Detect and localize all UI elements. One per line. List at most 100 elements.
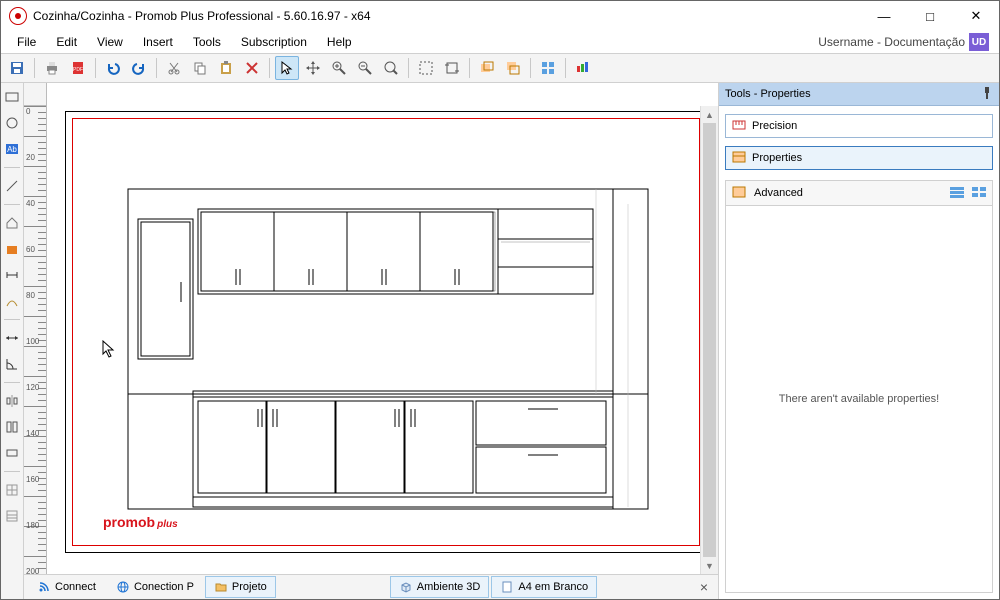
tab-label: Connect (55, 581, 96, 593)
zoom-in-icon[interactable] (327, 56, 351, 80)
tool-puzzle-icon[interactable] (2, 239, 22, 259)
globe-icon (116, 580, 130, 594)
layer-icon[interactable] (475, 56, 499, 80)
delete-icon[interactable] (240, 56, 264, 80)
zoom-out-icon[interactable] (353, 56, 377, 80)
window-title: Cozinha/Cozinha - Promob Plus Profession… (33, 9, 371, 23)
left-toolbar: Ab (1, 83, 24, 599)
tab-conection[interactable]: Conection P (107, 576, 203, 598)
select-rect-icon[interactable] (414, 56, 438, 80)
precision-icon (732, 119, 746, 134)
paste-icon[interactable] (214, 56, 238, 80)
advanced-label: Advanced (754, 187, 803, 199)
section-precision[interactable]: Precision (725, 114, 993, 138)
cube-icon (399, 580, 413, 594)
folder-icon (214, 580, 228, 594)
username-label: Username - Documentação (818, 35, 965, 49)
maximize-button[interactable]: □ (907, 1, 953, 31)
zoom-fit-icon[interactable] (379, 56, 403, 80)
cut-icon[interactable] (162, 56, 186, 80)
menu-help[interactable]: Help (317, 33, 362, 51)
save-icon[interactable] (5, 56, 29, 80)
menu-subscription[interactable]: Subscription (231, 33, 317, 51)
section-properties[interactable]: Properties (725, 146, 993, 170)
menu-insert[interactable]: Insert (133, 33, 183, 51)
tool-text-icon[interactable]: Ab (2, 139, 22, 159)
pdf-icon[interactable]: PDF (66, 56, 90, 80)
ruler-vertical: 020406080100120140160180200 (24, 106, 47, 574)
advanced-box: Advanced There aren't available properti… (725, 180, 993, 593)
tool-home-icon[interactable] (2, 213, 22, 233)
user-avatar[interactable]: UD (969, 33, 989, 51)
page-icon (500, 580, 514, 594)
tool-curve-icon[interactable] (2, 291, 22, 311)
tab-projeto[interactable]: Projeto (205, 576, 276, 598)
view-list-icon[interactable] (950, 186, 964, 201)
redo-icon[interactable] (127, 56, 151, 80)
tab-close-icon[interactable]: × (700, 579, 708, 595)
section-label: Precision (752, 120, 797, 132)
properties-empty-message: There aren't available properties! (726, 206, 992, 592)
tool-split-icon[interactable] (2, 417, 22, 437)
copy-icon[interactable] (188, 56, 212, 80)
app-window: Cozinha/Cozinha - Promob Plus Profession… (0, 0, 1000, 600)
tab-label: Conection P (134, 581, 194, 593)
logo: promobplus (103, 514, 178, 530)
ruler-corner (24, 83, 47, 106)
properties-panel: Tools - Properties Precision Properties … (718, 83, 999, 599)
tab-label: Ambiente 3D (417, 581, 481, 593)
document-tabs: Connect Conection P Projeto Ambiente 3D (24, 574, 718, 599)
drawing (73, 119, 699, 545)
undo-icon[interactable] (101, 56, 125, 80)
main-toolbar: PDF (1, 53, 999, 83)
tool-dimh-icon[interactable] (2, 265, 22, 285)
window-buttons: — □ ✕ (861, 1, 999, 31)
advanced-icon (732, 186, 746, 201)
tab-ambiente[interactable]: Ambiente 3D (390, 576, 490, 598)
tool-hatch-icon[interactable] (2, 506, 22, 526)
tab-connect[interactable]: Connect (28, 576, 105, 598)
crop-icon[interactable] (440, 56, 464, 80)
titlebar: Cozinha/Cozinha - Promob Plus Profession… (1, 1, 999, 31)
menu-view[interactable]: View (87, 33, 133, 51)
panel-title: Tools - Properties (725, 88, 811, 100)
close-button[interactable]: ✕ (953, 1, 999, 31)
properties-icon (732, 151, 746, 166)
tool-angle-icon[interactable] (2, 354, 22, 374)
tool-merge-icon[interactable] (2, 443, 22, 463)
menu-tools[interactable]: Tools (183, 33, 231, 51)
pan-icon[interactable] (301, 56, 325, 80)
tool-rect-icon[interactable] (2, 87, 22, 107)
palette-icon[interactable] (571, 56, 595, 80)
canvas-area: 020406080100120140160180200220240 020406… (24, 83, 718, 599)
panel-header: Tools - Properties (719, 83, 999, 106)
tool-grid-icon[interactable] (2, 480, 22, 500)
menu-file[interactable]: File (7, 33, 46, 51)
page: promobplus (65, 111, 700, 553)
print-icon[interactable] (40, 56, 64, 80)
grid-icon[interactable] (536, 56, 560, 80)
pointer-icon[interactable] (275, 56, 299, 80)
scroll-up-icon[interactable]: ▲ (701, 106, 718, 123)
menubar: File Edit View Insert Tools Subscription… (1, 31, 999, 53)
rss-icon (37, 580, 51, 594)
scroll-down-icon[interactable]: ▼ (701, 557, 718, 574)
menu-edit[interactable]: Edit (46, 33, 87, 51)
page-viewport[interactable]: promobplus (47, 106, 700, 574)
app-icon (9, 7, 27, 25)
section-label: Properties (752, 152, 802, 164)
pin-icon[interactable] (981, 86, 993, 103)
view-grid-icon[interactable] (972, 186, 986, 201)
tool-line-icon[interactable] (2, 176, 22, 196)
minimize-button[interactable]: — (861, 1, 907, 31)
tab-label: Projeto (232, 581, 267, 593)
layer2-icon[interactable] (501, 56, 525, 80)
page-margin: promobplus (72, 118, 700, 546)
tool-dimension-icon[interactable] (2, 328, 22, 348)
tab-a4[interactable]: A4 em Branco (491, 576, 597, 598)
svg-text:PDF: PDF (73, 67, 83, 73)
tool-mirror-icon[interactable] (2, 391, 22, 411)
tool-circle-icon[interactable] (2, 113, 22, 133)
svg-text:Ab: Ab (7, 145, 17, 154)
scrollbar-vertical[interactable]: ▲ ▼ (700, 106, 718, 574)
